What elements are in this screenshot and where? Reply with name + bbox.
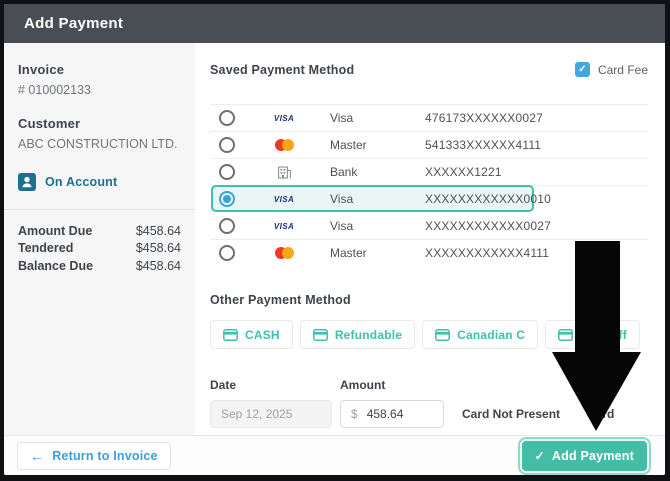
radio-button[interactable] [219,164,235,180]
invoice-group: Invoice # 010002133 [18,62,181,97]
brand-icon-cell: VISA [253,114,315,123]
radio-button[interactable] [219,137,235,153]
method-number: 476173XXXXXX0027 [425,111,543,125]
method-number: XXXXXXXXXXXX0027 [425,219,551,233]
other-method-button[interactable]: CASH [210,320,293,349]
other-method-label: CASH [245,327,280,342]
date-input[interactable]: Sep 12, 2025 [210,400,332,428]
other-method-label: Canadian C [457,327,526,342]
other-method-label: Visa Off [580,327,627,342]
person-badge-icon [18,173,36,191]
method-number: XXXXXXXXXXXX0010 [425,192,551,206]
brand-icon-cell [253,139,315,151]
saved-method-row[interactable]: VISA Visa XXXXXXXXXXXX0027 [210,213,648,240]
brand-icon-cell: VISA [253,222,315,231]
visa-icon: VISA [273,194,295,204]
add-payment-label: Add Payment [551,448,634,463]
summary-value: $458.64 [135,223,181,238]
method-name: Master [330,246,367,260]
card-icon [558,328,574,341]
customer-group: Customer ABC CONSTRUCTION LTD. [18,116,181,151]
screenshot-frame: Add Payment Invoice # 010002133 Customer… [0,0,670,481]
method-name: Bank [330,165,358,179]
saved-method-row[interactable]: Master XXXXXXXXXXXX4111 [210,240,648,266]
summary-label: Balance Due [18,258,94,273]
customer-name: ABC CONSTRUCTION LTD. [18,137,178,151]
card-fee-checkbox-group[interactable]: ✓ Card Fee [574,62,648,77]
check-icon: ✓ [534,448,545,463]
invoice-number: # 010002133 [18,83,91,97]
radio-button[interactable] [219,218,235,234]
visa-icon: VISA [273,221,295,231]
radio-button[interactable] [219,110,235,126]
card-fee-label: Card Fee [597,62,648,77]
brand-icon-cell: VISA [253,195,315,204]
method-number: XXXXXXXXXXXX4111 [425,246,550,260]
back-arrow-icon: ← [30,447,45,464]
saved-method-row[interactable]: Bank XXXXXX1221 [210,159,648,186]
method-name: Visa [330,111,354,125]
saved-method-row[interactable]: VISA Visa XXXXXXXXXXXX0010 [210,185,648,213]
saved-method-title: Saved Payment Method [210,62,355,77]
customer-label: Customer [18,116,81,131]
amount-input-wrap[interactable]: $ [340,400,444,428]
add-payment-button[interactable]: ✓ Add Payment [521,440,647,471]
return-to-invoice-label: Return to Invoice [52,448,158,463]
other-method-button[interactable]: Visa Off [545,320,640,349]
amount-label: Amount [340,378,386,392]
saved-methods-table: VISA Visa 476173XXXXXX0027 Master 541333… [210,104,648,266]
summary-label: Amount Due [18,223,93,238]
method-name: Visa [330,192,354,206]
other-method-button[interactable]: Refundable [299,320,416,349]
radio-button[interactable] [219,245,235,261]
other-method-button[interactable]: Canadian C [422,320,539,349]
saved-method-row[interactable]: Master 541333XXXXXX4111 [210,132,648,159]
on-account-label: On Account [45,175,118,189]
visa-icon: VISA [273,113,295,123]
amount-field-group: Amount $ [340,378,444,428]
method-number: 541333XXXXXX4111 [425,138,542,152]
on-account-button[interactable]: On Account [18,173,181,191]
card-icon [312,328,328,341]
card-not-present-label: Card Not Present [462,407,561,421]
method-number: XXXXXX1221 [425,165,502,179]
summary-row: Tendered $458.64 [18,240,181,258]
summary-value: $458.64 [135,241,181,256]
add-payment-modal: Add Payment Invoice # 010002133 Customer… [4,4,665,475]
summary-value: $458.64 [135,258,181,273]
amount-input[interactable] [366,407,427,421]
method-name: Visa [330,219,354,233]
other-methods-row: CASH Refundable Canadian C Visa Off [210,320,648,349]
card-partial-label: Card [587,407,615,421]
card-fee-checkbox[interactable]: ✓ [574,62,590,77]
invoice-label: Invoice [18,62,65,77]
card-icon [223,328,238,341]
brand-icon-cell [253,247,315,259]
card-icon [435,328,451,341]
saved-method-row[interactable]: VISA Visa 476173XXXXXX0027 [210,105,648,132]
modal-header: Add Payment [4,4,665,43]
method-name: Master [330,138,367,152]
invoice-sidebar: Invoice # 010002133 Customer ABC CONSTRU… [4,43,195,435]
brand-icon-cell [253,165,315,180]
mastercard-icon [274,247,294,259]
other-method-label: Refundable [334,327,403,342]
modal-footer: ← Return to Invoice ✓ Add Payment [4,435,665,475]
radio-button[interactable] [219,191,235,207]
modal-title: Add Payment [24,15,124,32]
return-to-invoice-button[interactable]: ← Return to Invoice [17,441,171,470]
date-field-group: Date Sep 12, 2025 [210,378,332,428]
currency-symbol: $ [351,407,358,421]
date-label: Date [210,378,237,392]
summary-label: Tendered [18,241,74,256]
other-method-title: Other Payment Method [210,293,351,307]
totals-summary: Amount Due $458.64 Tendered $458.64 Bala… [4,210,195,275]
payment-main-panel: Saved Payment Method ✓ Card Fee VISA Vis… [195,43,665,435]
summary-row: Amount Due $458.64 [18,222,181,240]
bank-icon [277,165,292,180]
mastercard-icon [274,139,294,151]
summary-row: Balance Due $458.64 [18,257,181,275]
